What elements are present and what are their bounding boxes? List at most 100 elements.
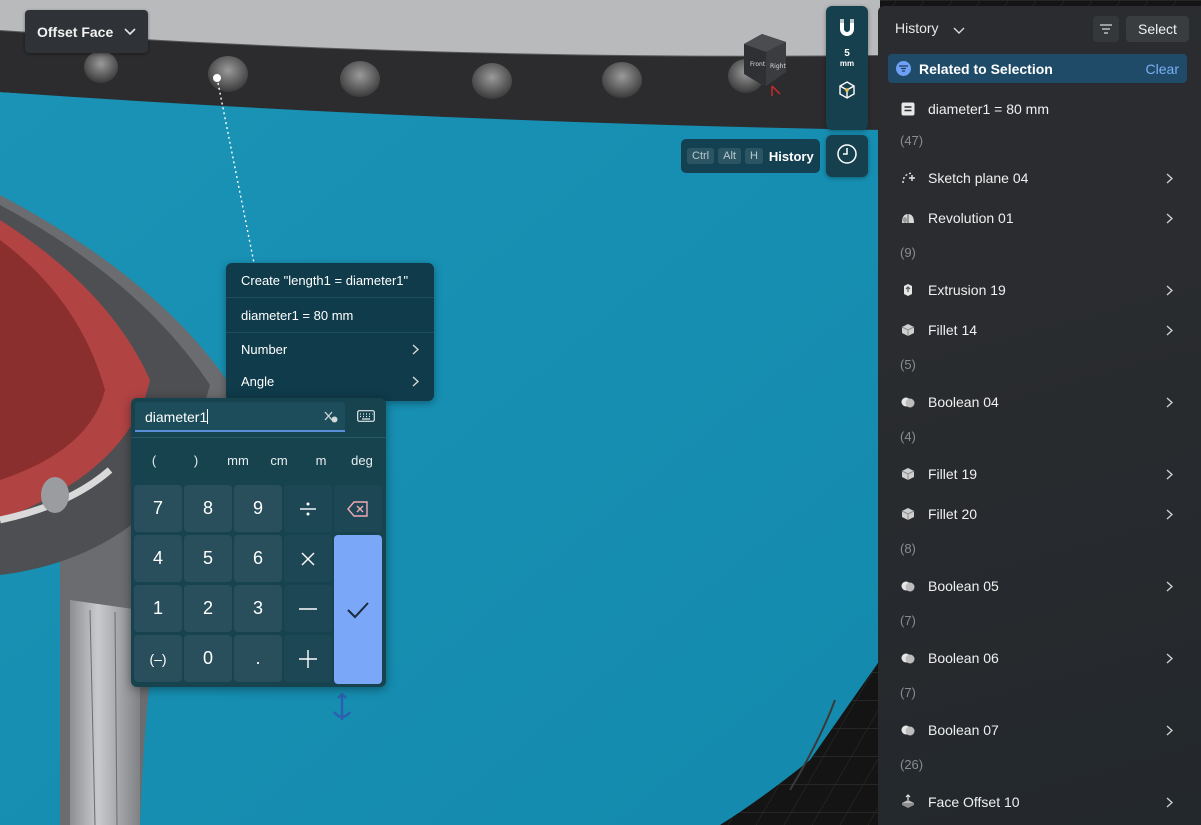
key-9[interactable]: 9 [234,485,282,532]
create-variable-label: Create "length1 = diameter1" [241,272,409,288]
history-collapsed-count[interactable]: (4) [900,429,916,444]
tool-name: Offset Face [37,23,114,40]
history-item[interactable]: Fillet 14 [878,310,1201,350]
related-to-selection-filter[interactable]: Related to Selection Clear [888,54,1187,83]
history-item[interactable]: Extrusion 19 [878,270,1201,310]
variable-value-option[interactable]: diameter1 = 80 mm [226,298,434,333]
key-4[interactable]: 4 [134,535,182,582]
related-to-selection-label: Related to Selection [919,60,1053,77]
unit-open-paren[interactable]: ( [134,453,174,468]
history-collapsed-count[interactable]: (9) [900,245,916,260]
history-item-label: Boolean 06 [928,650,999,666]
history-item-label: diameter1 = 80 mm [928,101,1049,117]
cube-snap-icon[interactable] [838,81,856,104]
unit-mm[interactable]: mm [218,453,258,468]
minus-icon [299,607,317,610]
subtract-key[interactable] [284,585,332,632]
negate-key[interactable]: (–) [134,635,182,682]
chevron-right-icon[interactable] [1166,651,1174,667]
clear-input-icon[interactable] [323,410,339,427]
expression-suggestions-menu: Create "length1 = diameter1" diameter1 =… [226,263,434,401]
chevron-right-icon [412,375,419,387]
tooltip-label: History [768,148,814,164]
key-0[interactable]: 0 [184,635,232,682]
history-item-label: Fillet 20 [928,506,978,522]
history-item[interactable]: Fillet 20 [878,494,1201,534]
history-item[interactable]: Boolean 05 [878,566,1201,606]
confirm-key[interactable] [334,535,382,684]
chevron-right-icon[interactable] [1166,723,1174,739]
chevron-down-icon [124,27,136,36]
chevron-right-icon[interactable] [1166,171,1174,187]
chevron-right-icon[interactable] [1166,283,1174,299]
history-item-label: Revolution 01 [928,210,1014,226]
number-label: Number [241,341,288,357]
history-header: History Select [878,6,1201,50]
history-item[interactable]: Face Offset 10 [878,782,1201,822]
history-collapsed-count[interactable]: (5) [900,357,916,372]
key-5[interactable]: 5 [184,535,232,582]
history-item-label: Face Offset 10 [928,794,1020,810]
kbd-ctrl: Ctrl [687,148,715,164]
chevron-right-icon[interactable] [1166,211,1174,227]
divide-key[interactable] [284,485,332,532]
select-button[interactable]: Select [1126,16,1189,42]
tool-dropdown[interactable]: Offset Face [25,10,148,53]
add-key[interactable] [284,635,332,682]
key-6[interactable]: 6 [234,535,282,582]
chevron-right-icon[interactable] [1166,795,1174,811]
history-collapsed-count[interactable]: (7) [900,613,916,628]
key-7[interactable]: 7 [134,485,182,532]
history-item[interactable]: Boolean 04 [878,382,1201,422]
clear-filter-link[interactable]: Clear [1146,61,1179,77]
chevron-down-icon[interactable] [953,22,965,40]
decimal-key[interactable]: . [234,635,282,682]
magnet-icon[interactable] [837,14,857,42]
expression-input[interactable]: diameter1 [135,402,345,432]
key-8[interactable]: 8 [184,485,232,532]
revolution-icon [900,210,916,226]
unit-close-paren[interactable]: ) [176,453,216,468]
chevron-right-icon[interactable] [1166,323,1174,339]
key-3[interactable]: 3 [234,585,282,632]
history-panel: History Select Related to Selection Clea… [878,6,1201,825]
chevron-right-icon[interactable] [1166,467,1174,483]
history-item[interactable]: Revolution 01 [878,198,1201,238]
history-collapsed-count[interactable]: (8) [900,541,916,556]
history-item-variable[interactable]: diameter1 = 80 mm [878,89,1201,129]
history-title[interactable]: History [895,20,939,36]
key-1[interactable]: 1 [134,585,182,632]
kbd-alt: Alt [718,148,741,164]
history-item[interactable]: Boolean 07 [878,710,1201,750]
history-collapsed-count[interactable]: (26) [900,757,923,772]
key-2[interactable]: 2 [184,585,232,632]
backspace-key[interactable] [334,485,382,532]
number-submenu[interactable]: Number [226,333,434,365]
chevron-right-icon[interactable] [1166,579,1174,595]
svg-text:Front: Front [750,61,766,68]
history-item[interactable]: Sketch plane 04 [878,158,1201,198]
keyboard-icon[interactable] [357,409,375,427]
chevron-right-icon[interactable] [1166,507,1174,523]
history-item[interactable]: Boolean 06 [878,638,1201,678]
create-variable-option[interactable]: Create "length1 = diameter1" [226,263,434,298]
snap-distance-value[interactable]: 5 [844,48,850,59]
history-item-label: Boolean 05 [928,578,999,594]
chevron-right-icon[interactable] [1166,395,1174,411]
boolean-icon [900,722,916,738]
history-toggle-button[interactable] [826,135,868,177]
filter-icon [1100,24,1112,34]
kbd-h: H [744,148,763,164]
angle-submenu[interactable]: Angle [226,365,434,397]
checkmark-icon [347,601,369,618]
filter-button[interactable] [1093,16,1119,42]
history-item[interactable]: Fillet 19 [878,454,1201,494]
fillet-icon [900,506,916,522]
history-collapsed-count[interactable]: (47) [900,133,923,148]
unit-deg[interactable]: deg [342,453,382,468]
history-collapsed-count[interactable]: (7) [900,685,916,700]
unit-m[interactable]: m [301,453,341,468]
multiply-key[interactable] [284,535,332,582]
history-item-label: Boolean 04 [928,394,999,410]
unit-cm[interactable]: cm [259,453,299,468]
